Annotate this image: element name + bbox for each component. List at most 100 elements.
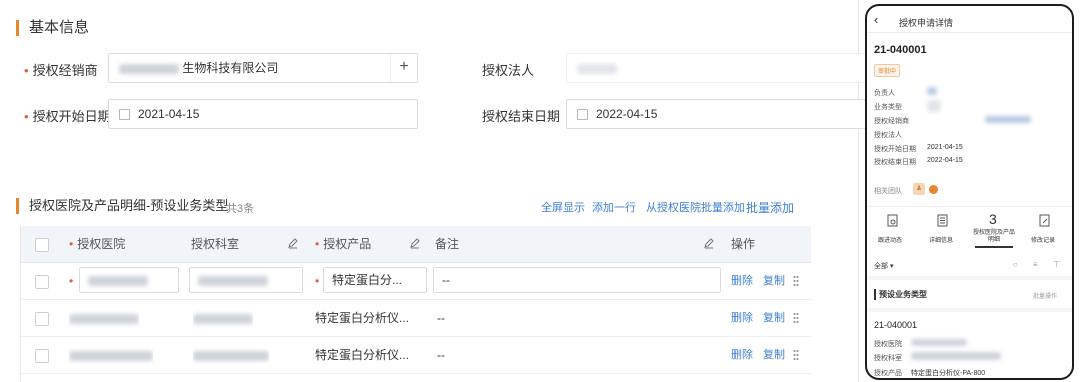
redacted-text: [927, 100, 941, 112]
distributor-label: • 授权经销商: [24, 63, 98, 78]
copy-link[interactable]: 复制: [763, 337, 785, 373]
tab-hospital-products[interactable]: 授权医院及产品明细: [971, 230, 1017, 244]
drag-handle-icon[interactable]: [793, 312, 799, 324]
sort-icon[interactable]: ≡: [1033, 260, 1038, 269]
filter-label: 全部: [874, 263, 888, 270]
distributor-label: 授权经销商: [874, 118, 909, 125]
header-product: • 授权产品: [315, 237, 372, 251]
distributor-value: 生物科技有限公司: [182, 61, 279, 75]
edit-doc-icon: [1039, 214, 1050, 227]
drag-handle-icon[interactable]: [793, 349, 799, 361]
section-gap: [867, 276, 1072, 280]
search-icon[interactable]: ○: [1013, 260, 1018, 269]
legal-field[interactable]: [566, 53, 866, 83]
redacted-text: [88, 275, 148, 286]
tab-divider: [867, 206, 1072, 207]
row-checkbox[interactable]: [35, 312, 49, 326]
owner-label: 负责人: [874, 90, 895, 97]
fullscreen-link[interactable]: 全屏显示: [541, 199, 585, 215]
redacted-text: [198, 275, 268, 286]
section-gap: [867, 308, 1072, 312]
redacted-text: [911, 339, 967, 346]
select-all-checkbox[interactable]: [35, 238, 49, 252]
start-date-label-text: 授权开始日期: [32, 109, 111, 124]
header-ops: 操作: [731, 237, 756, 251]
redacted-text: [69, 350, 153, 361]
copy-link[interactable]: 复制: [763, 300, 785, 336]
header-department: 授权科室: [191, 237, 240, 251]
distributor-field[interactable]: 生物科技有限公司 +: [108, 53, 418, 83]
batch-add-link[interactable]: 批量添加: [746, 199, 794, 216]
detail-section-title: 授权医院及产品明细-预设业务类型: [16, 198, 228, 214]
row-count: 共3条: [226, 203, 255, 215]
authorization-form-panel: 基本信息 • 授权经销商 生物科技有限公司 + 授权法人 • 授权开始日期 2021…: [6, 0, 866, 382]
tab-count: 3: [989, 211, 997, 227]
list-doc-icon: [937, 214, 948, 227]
start-date-label: 授权开始日期: [874, 146, 916, 153]
end-date-field[interactable]: 2022-04-15: [566, 99, 866, 129]
delete-link[interactable]: 删除: [731, 337, 753, 373]
biz-type-label: 业务类型: [874, 104, 902, 111]
tab-followup[interactable]: 跟进动态: [878, 235, 902, 244]
card-product-label: 授权产品: [874, 370, 902, 377]
hospital-cell: [69, 337, 153, 373]
calendar-icon: [577, 109, 588, 121]
remark-input[interactable]: --: [433, 267, 721, 293]
nav-divider: [867, 32, 1072, 33]
mobile-preview: ‹ 授权申请详情 21-040001 审批中 负责人 业务类型 授权经销商 授权…: [865, 4, 1074, 380]
tab-details[interactable]: 详细信息: [929, 235, 953, 244]
row-checkbox[interactable]: [35, 349, 49, 363]
card-hospital-label: 授权医院: [874, 341, 902, 348]
redacted-text: [193, 313, 253, 324]
add-row-link[interactable]: 添加一行: [592, 199, 636, 215]
product-cell: 特定蛋白分析仪...: [315, 348, 410, 362]
product-input[interactable]: 特定蛋白分...: [323, 267, 427, 293]
department-cell: [193, 337, 269, 373]
back-icon[interactable]: ‹: [874, 12, 878, 27]
legal-label: 授权法人: [482, 63, 535, 78]
card-record-number: 21-040001: [874, 320, 918, 330]
start-date-field[interactable]: 2021-04-15: [108, 99, 418, 129]
redacted-text: [985, 116, 1031, 123]
header-hospital-text: 授权医院: [77, 237, 126, 251]
end-date-label: 授权结束日期: [874, 159, 916, 166]
drag-handle-icon[interactable]: [793, 275, 799, 287]
record-number: 21-040001: [874, 44, 927, 56]
edit-column-icon[interactable]: [703, 237, 715, 249]
redacted-text: [69, 313, 139, 324]
start-date-value: 2021-04-15: [138, 107, 200, 121]
doc-search-icon: [887, 214, 898, 227]
edit-column-icon[interactable]: [287, 237, 299, 249]
batch-operation-link[interactable]: 批量操作: [1033, 291, 1057, 300]
team-label: 相关团队: [874, 188, 902, 195]
header-product-text: 授权产品: [323, 237, 372, 251]
detail-table: • 授权医院 授权科室 • 授权产品 备注 操作 • • 特定蛋白分... -- 删…: [20, 226, 811, 382]
table-row: 特定蛋白分析仪... -- 删除 复制: [21, 300, 811, 337]
batch-add-from-hospital-link[interactable]: 从授权医院批量添加: [646, 199, 745, 215]
redacted-text: [577, 63, 617, 74]
department-input[interactable]: [189, 267, 303, 293]
team-avatar[interactable]: ♟: [913, 183, 925, 195]
card-department-label: 授权科室: [874, 355, 902, 362]
header-hospital: • 授权医院: [69, 237, 126, 251]
row-checkbox[interactable]: [35, 275, 49, 289]
filter-icon[interactable]: ⊤: [1053, 260, 1060, 269]
start-date-value: 2021-04-15: [927, 144, 963, 151]
redacted-text: [119, 63, 179, 74]
hospital-input[interactable]: [79, 267, 179, 293]
add-distributor-button[interactable]: +: [390, 54, 417, 82]
tab-change-log[interactable]: 修改记录: [1031, 235, 1055, 244]
edit-column-icon[interactable]: [409, 237, 421, 249]
redacted-text: [911, 352, 1001, 360]
table-header: • 授权医院 授权科室 • 授权产品 备注 操作: [21, 226, 811, 263]
delete-link[interactable]: 删除: [731, 300, 753, 336]
table-row: • • 特定蛋白分... -- 删除 复制: [21, 263, 811, 300]
copy-link[interactable]: 复制: [763, 263, 785, 299]
active-tab-indicator: [975, 246, 1013, 248]
add-member-icon[interactable]: [929, 185, 938, 194]
delete-link[interactable]: 删除: [731, 263, 753, 299]
filter-dropdown[interactable]: 全部 ▾: [874, 261, 893, 271]
redacted-text: [193, 350, 269, 361]
distributor-label-text: 授权经销商: [32, 63, 98, 78]
end-date-value: 2022-04-15: [927, 157, 963, 164]
